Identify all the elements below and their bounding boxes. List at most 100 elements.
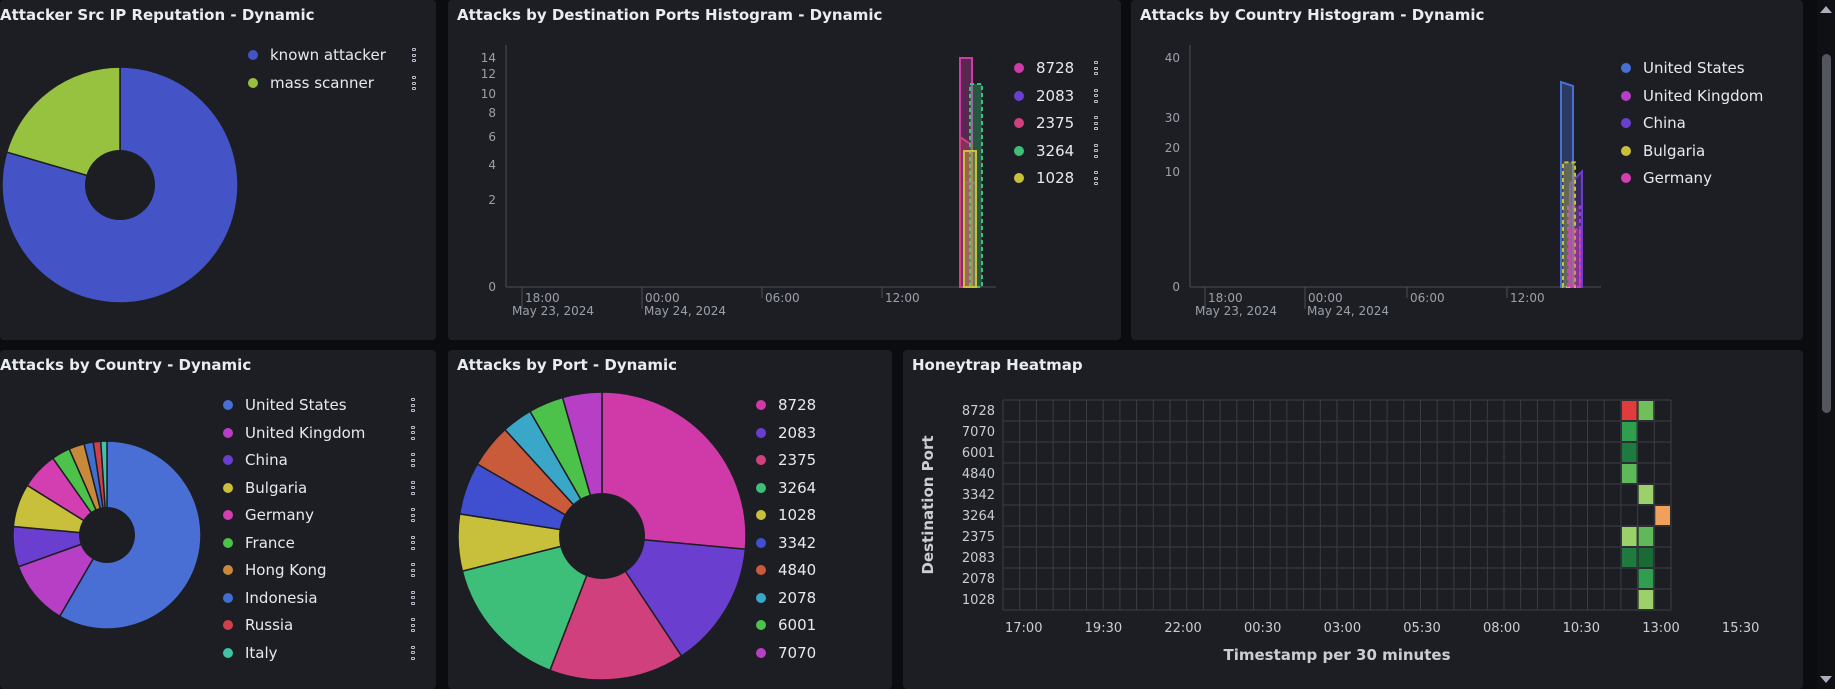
- legend-item[interactable]: 8728: [756, 395, 816, 415]
- heatmap-x-label: 22:00: [1164, 621, 1201, 636]
- x-tick-label: 12:00: [885, 291, 920, 305]
- heatmap-x-label: 15:30: [1722, 621, 1759, 636]
- legend-label: United Kingdom: [1643, 86, 1764, 105]
- panel-port-pie: Attacks by Port - Dynamic 8728 2083 2375 32…: [448, 350, 892, 689]
- heatmap-y-label: 7070: [962, 425, 995, 440]
- legend-more-options-icon[interactable]: [411, 508, 415, 522]
- heatmap-y-label: 1028: [962, 593, 995, 608]
- heatmap-cell[interactable]: [1621, 548, 1637, 567]
- legend-color-dot: [223, 537, 233, 548]
- legend-more-options-icon[interactable]: [1094, 143, 1098, 158]
- legend-label: 6001: [778, 616, 817, 634]
- legend-item[interactable]: 2083: [756, 423, 816, 443]
- legend-item[interactable]: 8728: [1014, 58, 1074, 78]
- scroll-down-arrow-icon[interactable]: [1820, 676, 1832, 683]
- legend-more-options-icon[interactable]: [411, 645, 415, 660]
- heatmap-cell[interactable]: [1655, 506, 1670, 525]
- legend-more-options-icon[interactable]: [411, 535, 415, 550]
- donut-hole: [85, 150, 155, 220]
- legend-item[interactable]: 3264: [756, 478, 816, 498]
- legend-item[interactable]: Germany: [223, 505, 314, 525]
- legend-item[interactable]: United States: [1621, 58, 1745, 78]
- x-tick-label: 12:00: [1510, 291, 1545, 305]
- scroll-up-arrow-icon[interactable]: [1820, 6, 1832, 13]
- legend-item[interactable]: Germany: [1621, 168, 1712, 188]
- heatmap-cell[interactable]: [1621, 464, 1637, 483]
- legend-more-options-icon[interactable]: [1094, 88, 1098, 103]
- y-tick-label: 4: [488, 158, 496, 172]
- legend-item[interactable]: 6001: [756, 615, 816, 635]
- heatmap-y-label: 3264: [962, 509, 995, 524]
- legend-item[interactable]: Bulgaria: [223, 478, 307, 498]
- legend-more-options-icon[interactable]: [411, 453, 415, 467]
- legend-item[interactable]: Russia: [223, 615, 293, 635]
- legend-item[interactable]: 7070: [756, 643, 816, 663]
- legend-color-dot: [756, 537, 766, 548]
- heatmap-cell[interactable]: [1638, 401, 1654, 420]
- legend-item[interactable]: Italy: [223, 643, 278, 663]
- heatmap-x-axis-title: Timestamp per 30 minutes: [1223, 646, 1450, 664]
- heatmap-cell[interactable]: [1621, 401, 1637, 420]
- legend-item[interactable]: China: [223, 450, 288, 470]
- legend-item[interactable]: United Kingdom: [223, 423, 365, 443]
- legend-item[interactable]: 4840: [756, 560, 816, 580]
- legend-color-dot: [248, 50, 258, 60]
- heatmap-cell[interactable]: [1638, 485, 1654, 504]
- heatmap-x-label: 19:30: [1085, 621, 1122, 636]
- legend-item[interactable]: 2083: [1014, 86, 1074, 106]
- legend-item[interactable]: 3264: [1014, 141, 1074, 161]
- legend-label: United States: [245, 396, 347, 414]
- heatmap-cell[interactable]: [1621, 422, 1637, 441]
- heatmap-cell[interactable]: [1638, 548, 1654, 567]
- legend-more-options-icon[interactable]: [412, 48, 416, 62]
- legend-color-dot: [756, 647, 766, 658]
- page-scrollbar[interactable]: [1817, 0, 1835, 689]
- heatmap-cell[interactable]: [1638, 590, 1654, 609]
- series-area-germany[interactable]: [1567, 228, 1581, 288]
- legend-item[interactable]: China: [1621, 113, 1686, 133]
- legend-more-options-icon[interactable]: [411, 425, 415, 440]
- legend-more-options-icon[interactable]: [411, 398, 415, 412]
- legend-item[interactable]: 2078: [756, 588, 816, 608]
- legend-color-dot: [248, 78, 258, 88]
- heatmap-y-label: 2375: [962, 530, 995, 545]
- legend-more-options-icon[interactable]: [411, 590, 415, 605]
- heatmap-cell[interactable]: [1621, 443, 1637, 462]
- legend-item[interactable]: United States: [223, 395, 347, 415]
- heatmap-y-label: 2078: [962, 572, 995, 587]
- legend-more-options-icon[interactable]: [1094, 61, 1098, 75]
- series-area-1028[interactable]: [963, 150, 977, 288]
- x-date-label: May 23, 2024: [1195, 304, 1277, 318]
- legend-more-options-icon[interactable]: [411, 563, 415, 577]
- legend-item[interactable]: 3342: [756, 533, 816, 553]
- legend-item[interactable]: 1028: [1014, 168, 1074, 188]
- legend-label: 2375: [1036, 114, 1075, 132]
- legend-color-dot: [756, 455, 766, 465]
- heatmap-x-label: 05:30: [1403, 621, 1440, 636]
- legend-more-options-icon[interactable]: [1094, 116, 1098, 130]
- legend-item[interactable]: France: [223, 533, 295, 553]
- legend-item[interactable]: United Kingdom: [1621, 86, 1763, 106]
- legend-item[interactable]: Indonesia: [223, 588, 318, 608]
- heatmap-cell[interactable]: [1638, 527, 1654, 546]
- legend-item[interactable]: known attacker: [248, 45, 386, 65]
- scrollbar-thumb[interactable]: [1822, 54, 1831, 413]
- panel-reputation: Attacker Src IP Reputation - Dynamic kno…: [0, 0, 436, 340]
- legend-item[interactable]: mass scanner: [248, 73, 374, 93]
- legend-label: Indonesia: [245, 588, 318, 607]
- legend-color-dot: [1014, 118, 1024, 128]
- legend-label: Bulgaria: [1643, 141, 1706, 160]
- legend-item[interactable]: Hong Kong: [223, 560, 327, 580]
- legend-item[interactable]: 2375: [756, 450, 816, 470]
- legend-more-options-icon[interactable]: [1094, 171, 1098, 185]
- legend-item[interactable]: Bulgaria: [1621, 141, 1705, 161]
- legend-label: 8728: [1036, 59, 1075, 77]
- heatmap-cell[interactable]: [1621, 527, 1637, 546]
- legend-item[interactable]: 1028: [756, 505, 816, 525]
- legend-more-options-icon[interactable]: [412, 76, 416, 90]
- legend-more-options-icon[interactable]: [411, 618, 415, 632]
- legend-item[interactable]: 2375: [1014, 113, 1074, 133]
- legend-label: 3342: [778, 533, 817, 552]
- legend-more-options-icon[interactable]: [411, 480, 415, 495]
- heatmap-cell[interactable]: [1638, 569, 1654, 588]
